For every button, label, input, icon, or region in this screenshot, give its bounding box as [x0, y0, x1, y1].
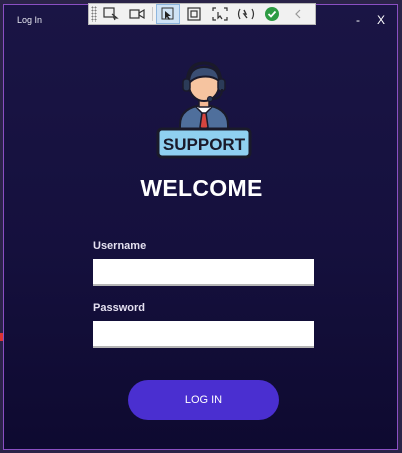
record-icon[interactable]	[126, 5, 148, 23]
hot-reload-icon[interactable]	[235, 5, 257, 23]
login-button[interactable]: LOG IN	[128, 380, 279, 420]
support-agent-logo: SUPPORT	[156, 61, 252, 159]
username-label: Username	[93, 240, 147, 252]
debug-toolbar	[88, 3, 316, 25]
login-window: Log In - X SUPPORT WELCOME Username Pass…	[3, 4, 398, 450]
select-element-icon[interactable]	[100, 5, 122, 23]
welcome-heading: WELCOME	[140, 175, 263, 201]
screen-capture-icon[interactable]	[209, 5, 231, 23]
window-title: Log In	[17, 15, 43, 25]
support-badge-text: SUPPORT	[163, 135, 246, 154]
close-button[interactable]: X	[370, 11, 392, 29]
toolbar-grip[interactable]	[91, 6, 97, 22]
password-label: Password	[93, 302, 145, 314]
pointer-icon[interactable]	[156, 4, 180, 24]
minimize-button[interactable]: -	[347, 11, 369, 29]
collapse-icon[interactable]	[287, 5, 309, 23]
box-select-icon[interactable]	[183, 5, 205, 23]
username-input[interactable]	[93, 259, 314, 286]
toolbar-divider	[152, 7, 153, 21]
checked-icon[interactable]	[261, 5, 283, 23]
password-input[interactable]	[93, 321, 314, 348]
